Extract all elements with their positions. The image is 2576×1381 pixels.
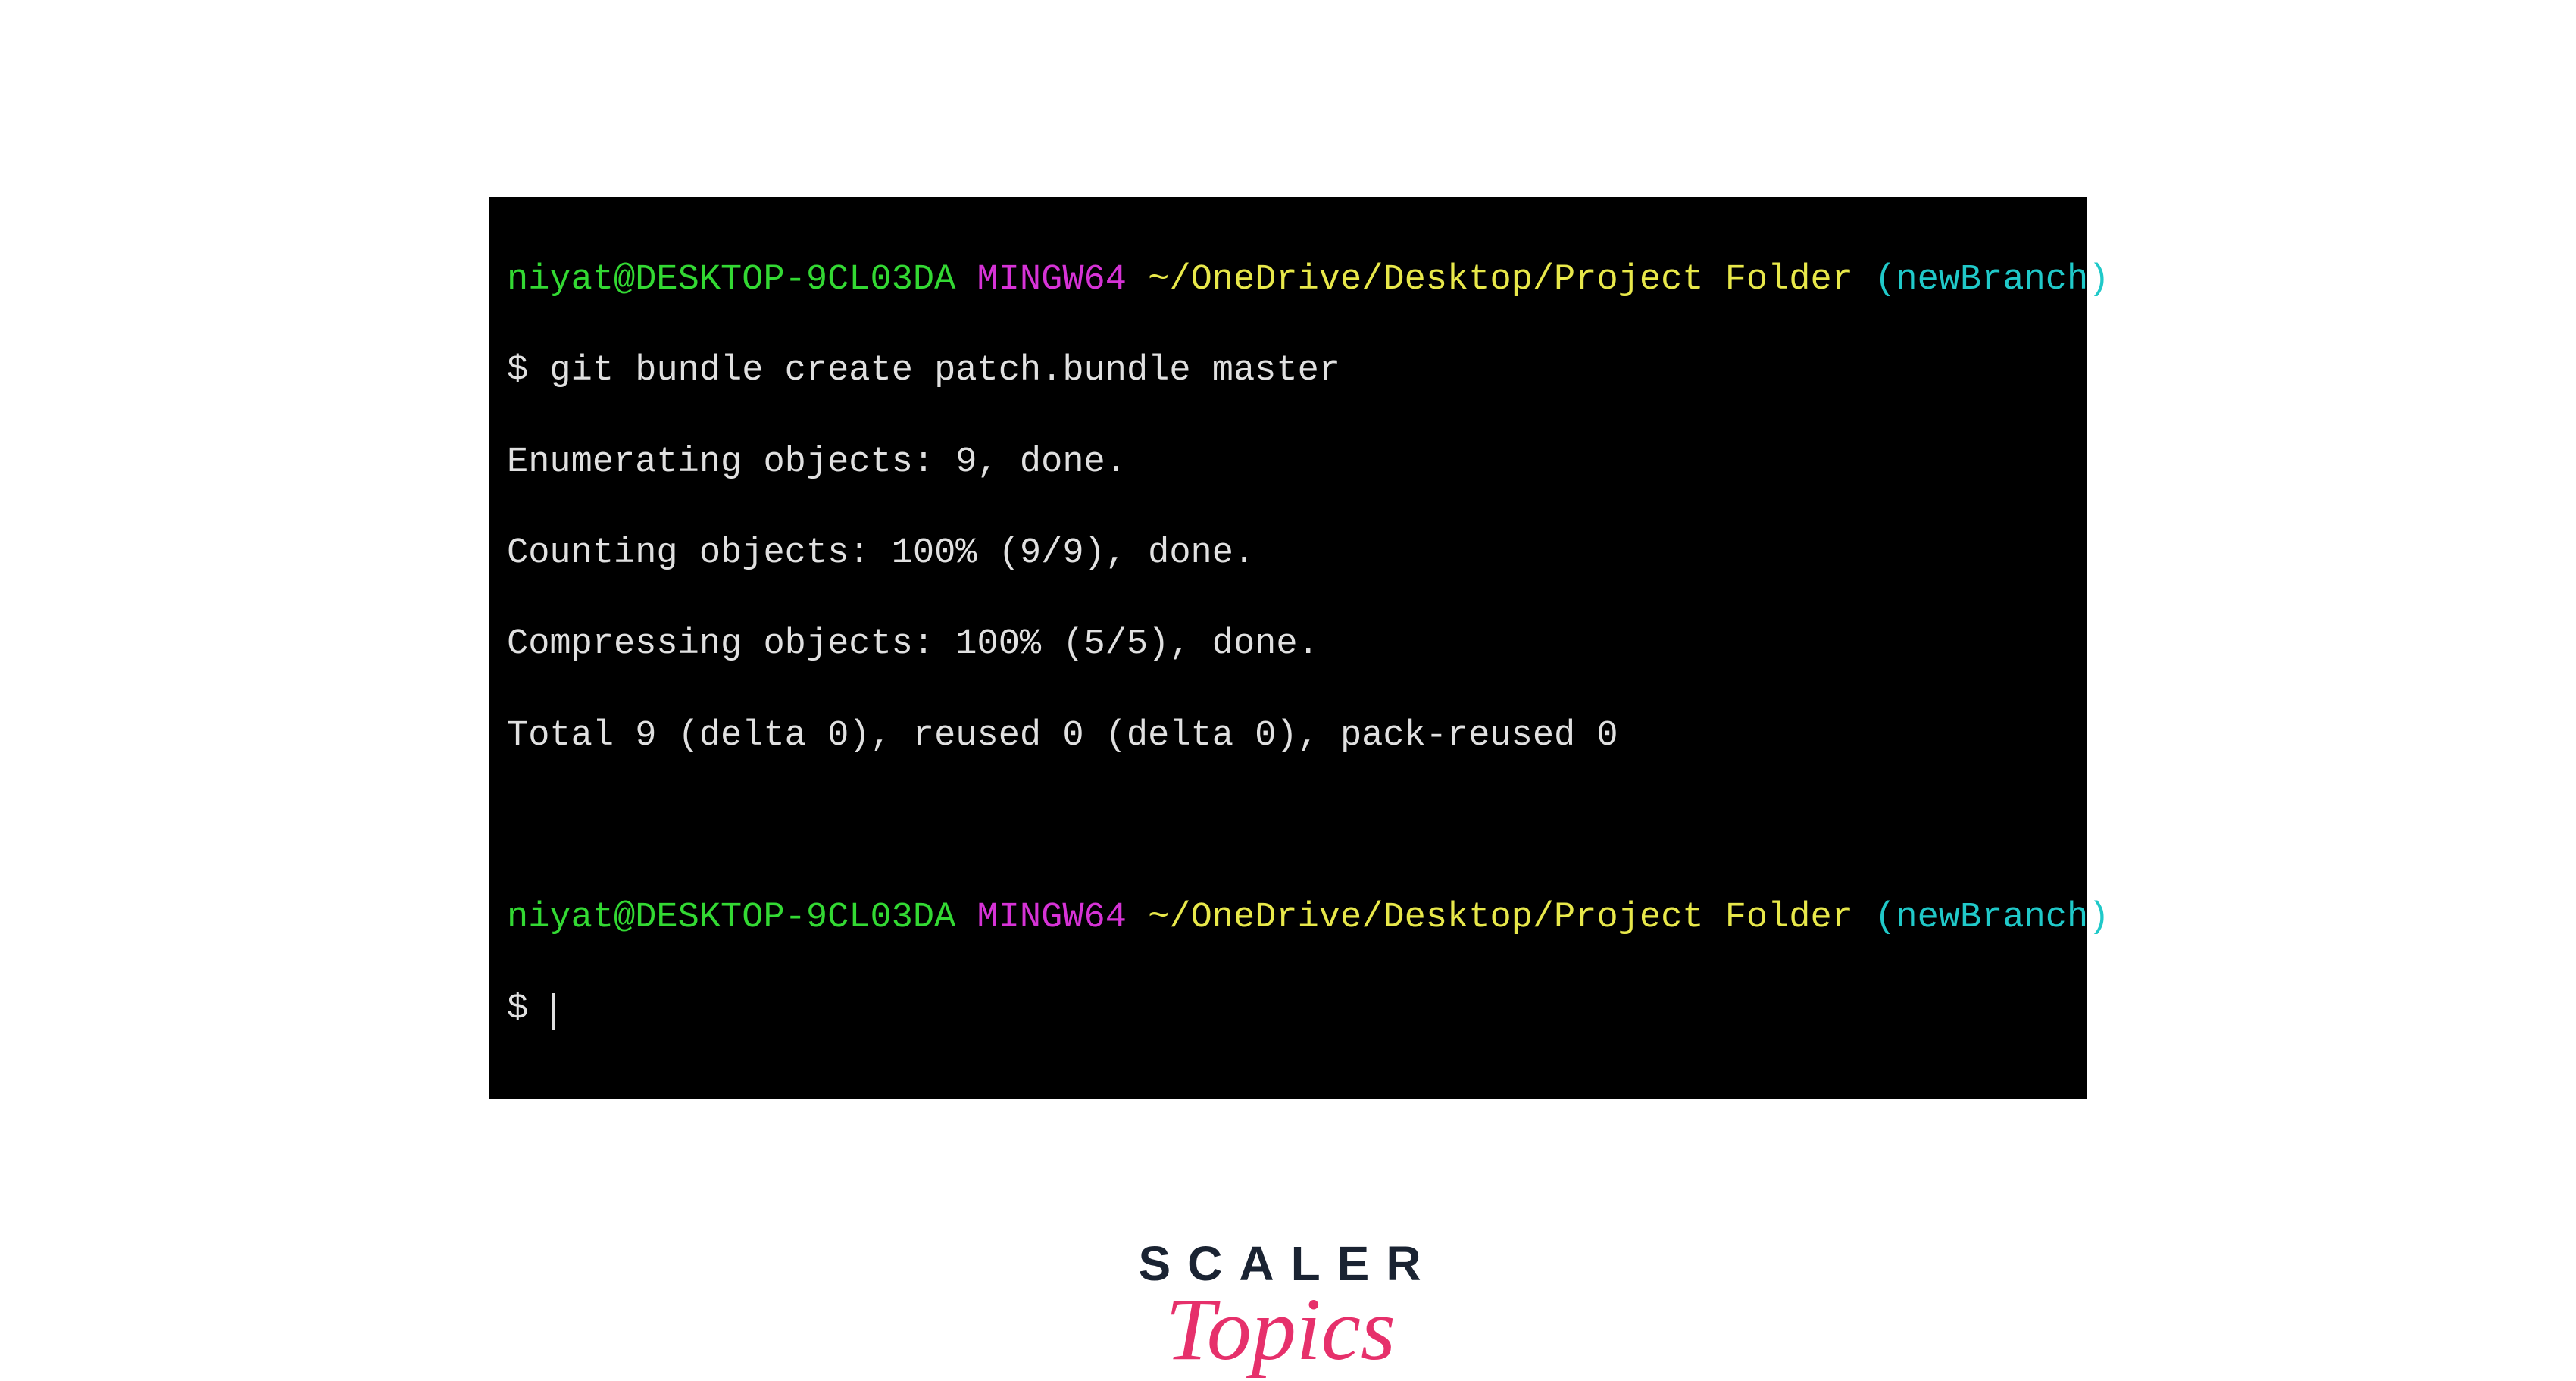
- prompt-line-2: niyat@DESKTOP-9CL03DA MINGW64 ~/OneDrive…: [507, 895, 2069, 941]
- prompt-symbol: $: [507, 989, 549, 1030]
- branch-text: (newBranch): [1874, 898, 2109, 938]
- cursor-icon: [552, 993, 555, 1030]
- prompt-symbol: $: [507, 351, 549, 391]
- branch-text: (newBranch): [1874, 260, 2109, 300]
- output-line-4: Total 9 (delta 0), reused 0 (delta 0), p…: [507, 714, 2069, 759]
- command-text: git bundle create patch.bundle master: [549, 351, 1340, 391]
- output-line-2: Counting objects: 100% (9/9), done.: [507, 531, 2069, 576]
- output-line-1: Enumerating objects: 9, done.: [507, 440, 2069, 486]
- mingw-text: MINGW64: [977, 898, 1127, 938]
- user-host-text: niyat@DESKTOP-9CL03DA: [507, 898, 955, 938]
- prompt-line-1: niyat@DESKTOP-9CL03DA MINGW64 ~/OneDrive…: [507, 258, 2069, 303]
- blank-line: [507, 805, 2069, 850]
- mingw-text: MINGW64: [977, 260, 1127, 300]
- command-line-1: $ git bundle create patch.bundle master: [507, 348, 2069, 394]
- output-line-3: Compressing objects: 100% (5/5), done.: [507, 622, 2069, 667]
- user-host-text: niyat@DESKTOP-9CL03DA: [507, 260, 955, 300]
- command-line-2[interactable]: $: [507, 987, 2069, 1033]
- path-text: ~/OneDrive/Desktop/Project Folder: [1148, 898, 1853, 938]
- terminal-window[interactable]: niyat@DESKTOP-9CL03DA MINGW64 ~/OneDrive…: [489, 197, 2087, 1099]
- scaler-logo: SCALER Topics: [1138, 1236, 1437, 1381]
- path-text: ~/OneDrive/Desktop/Project Folder: [1148, 260, 1853, 300]
- logo-sub-text: Topics: [1130, 1278, 1430, 1381]
